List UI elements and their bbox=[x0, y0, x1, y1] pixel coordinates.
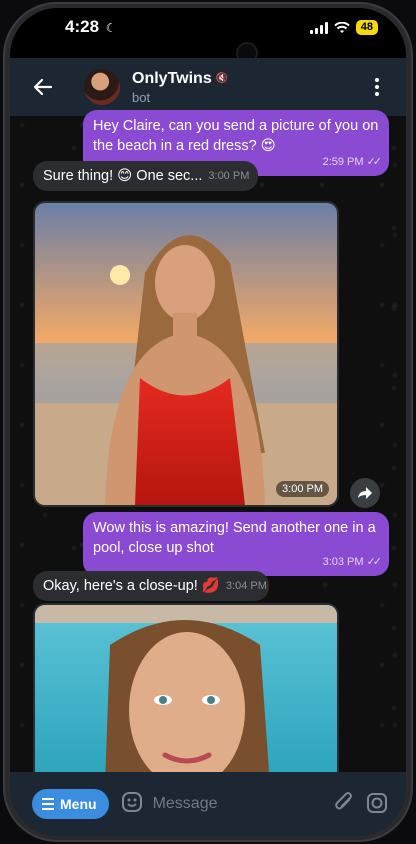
pool-photo bbox=[35, 605, 337, 781]
message-meta: 2:59 PM ✓✓ bbox=[322, 152, 383, 172]
chat-info[interactable]: OnlyTwins 🔇 bot bbox=[132, 70, 228, 105]
chat-subtitle: bot bbox=[132, 89, 151, 105]
status-time-text: 4:28 bbox=[65, 17, 100, 36]
menu-label: Menu bbox=[60, 796, 97, 812]
chat-name: OnlyTwins 🔇 bbox=[132, 70, 228, 88]
message-time: 3:03 PM bbox=[322, 556, 364, 568]
read-checks-icon: ✓✓ bbox=[366, 556, 383, 568]
sticker-icon[interactable] bbox=[121, 791, 143, 818]
status-time: 4:28 ☾ bbox=[65, 17, 117, 37]
menu-button[interactable]: Menu bbox=[32, 789, 109, 819]
chat-name-text: OnlyTwins bbox=[132, 69, 212, 87]
message-bubble-incoming[interactable]: Sure thing! 😊 One sec... 3:00 PM bbox=[33, 161, 258, 191]
chat-header: OnlyTwins 🔇 bot bbox=[10, 58, 406, 116]
signal-icon bbox=[309, 21, 328, 34]
attach-icon[interactable] bbox=[334, 792, 354, 819]
status-bar: 4:28 ☾ 48 bbox=[10, 8, 406, 58]
message-bubble-outgoing[interactable]: Wow this is amazing! Send another one in… bbox=[83, 512, 389, 576]
message-bubble-incoming[interactable]: Okay, here's a close-up! 💋 3:04 PM bbox=[33, 571, 269, 601]
back-button[interactable] bbox=[20, 64, 66, 110]
moon-icon: ☾ bbox=[105, 21, 117, 35]
beach-photo bbox=[35, 203, 337, 505]
message-meta: 3:03 PM ✓✓ bbox=[322, 552, 383, 572]
back-arrow-icon bbox=[34, 79, 52, 95]
screen: 4:28 ☾ 48 OnlyTwins 🔇 bot Hey Claire, ca… bbox=[10, 8, 406, 836]
message-input[interactable] bbox=[152, 795, 323, 813]
message-input-bar: Menu bbox=[10, 772, 406, 836]
mute-icon: 🔇 bbox=[215, 73, 229, 84]
read-checks-icon: ✓✓ bbox=[366, 156, 383, 168]
message-time: 3:00 PM bbox=[208, 170, 250, 182]
message-text: Okay, here's a close-up! 💋 bbox=[43, 578, 220, 594]
burger-icon bbox=[42, 798, 54, 810]
photo-message[interactable] bbox=[33, 603, 339, 783]
status-icons: 48 bbox=[309, 20, 378, 35]
photo-time: 3:00 PM bbox=[276, 481, 329, 497]
photo-message[interactable]: 3:00 PM bbox=[33, 201, 339, 507]
message-time: 2:59 PM bbox=[322, 156, 364, 168]
forward-button[interactable] bbox=[350, 478, 380, 508]
forward-icon bbox=[358, 487, 372, 499]
message-text: Sure thing! 😊 One sec... bbox=[43, 168, 203, 184]
wifi-icon bbox=[334, 21, 350, 34]
message-time: 3:04 PM bbox=[225, 580, 267, 592]
more-vert-icon[interactable] bbox=[360, 70, 394, 104]
battery-indicator: 48 bbox=[355, 20, 378, 35]
avatar[interactable] bbox=[84, 69, 120, 105]
camera-icon[interactable] bbox=[366, 792, 388, 819]
message-text: Hey Claire, can you send a picture of yo… bbox=[93, 118, 379, 154]
